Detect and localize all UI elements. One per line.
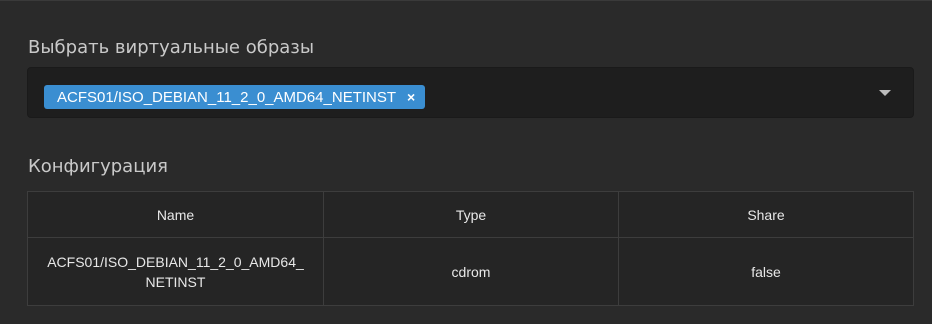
cell-share: false (618, 237, 914, 306)
cell-name-line2: NETINST (145, 273, 206, 290)
column-header-share: Share (618, 191, 914, 238)
virtual-images-panel: Выбрать виртуальные образы ACFS01/ISO_DE… (0, 0, 932, 324)
virtual-images-multiselect[interactable]: ACFS01/ISO_DEBIAN_11_2_0_AMD64_NETINST × (27, 67, 914, 118)
configuration-table: Name Type Share ACFS01/ISO_DEBIAN_11_2_0… (27, 191, 914, 306)
cell-name: ACFS01/ISO_DEBIAN_11_2_0_AMD64_ NETINST (27, 237, 324, 306)
remove-tag-icon[interactable]: × (407, 90, 415, 104)
chevron-down-icon[interactable] (879, 90, 891, 96)
column-header-type: Type (323, 191, 619, 238)
table-row: ACFS01/ISO_DEBIAN_11_2_0_AMD64_ NETINST … (27, 237, 914, 306)
selected-image-tag: ACFS01/ISO_DEBIAN_11_2_0_AMD64_NETINST × (44, 85, 426, 109)
select-virtual-images-label: Выбрать виртуальные образы (28, 37, 315, 58)
column-header-name: Name (27, 191, 324, 238)
selected-image-tag-label: ACFS01/ISO_DEBIAN_11_2_0_AMD64_NETINST (57, 88, 397, 106)
configuration-label: Конфигурация (28, 156, 168, 177)
cell-type: cdrom (323, 237, 619, 306)
table-header-row: Name Type Share (27, 191, 914, 238)
cell-name-line1: ACFS01/ISO_DEBIAN_11_2_0_AMD64_ (47, 253, 304, 270)
